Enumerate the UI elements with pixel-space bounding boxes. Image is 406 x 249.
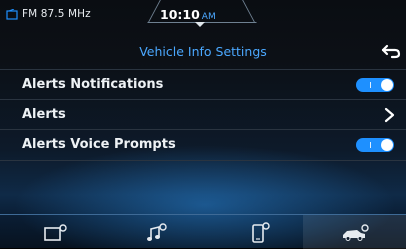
setting-label: Alerts Voice Prompts	[22, 137, 176, 152]
back-icon[interactable]	[380, 42, 402, 60]
radio-frequency: FM 87.5 MHz	[22, 8, 91, 20]
chevron-right-icon[interactable]	[382, 107, 396, 123]
clock-time: 10:10	[160, 7, 200, 22]
audio-source[interactable]: FM 87.5 MHz	[6, 8, 91, 20]
toggle-knob	[381, 79, 393, 91]
sound-settings-icon	[147, 223, 167, 241]
setting-row-alerts[interactable]: Alerts	[0, 99, 406, 130]
tab-sound-settings[interactable]	[101, 215, 202, 249]
phone-settings-icon	[252, 222, 270, 243]
toggle-knob	[381, 139, 393, 151]
toggle-on-mark	[370, 142, 371, 148]
clock[interactable]: 10:10 AM	[160, 7, 216, 22]
toggle-on-mark	[370, 82, 371, 88]
setting-row-alerts-voice-prompts[interactable]: Alerts Voice Prompts	[0, 129, 406, 161]
alerts-voice-prompts-toggle[interactable]	[356, 138, 394, 152]
bottom-nav	[0, 214, 406, 249]
setting-label: Alerts Notifications	[22, 77, 164, 92]
vehicle-settings-icon	[343, 224, 369, 241]
alerts-notifications-toggle[interactable]	[356, 78, 394, 92]
radio-icon	[6, 8, 18, 20]
page-title: Vehicle Info Settings	[139, 44, 267, 59]
screen-settings-icon	[44, 224, 67, 241]
tab-screen-settings[interactable]	[0, 215, 101, 249]
infotainment-screen: FM 87.5 MHz 10:10 AM Vehicle Info Setting…	[0, 0, 406, 249]
tab-vehicle-settings[interactable]	[303, 215, 406, 249]
chevron-down-icon[interactable]	[195, 22, 205, 27]
tab-phone-settings[interactable]	[202, 215, 303, 249]
setting-row-alerts-notifications[interactable]: Alerts Notifications	[0, 69, 406, 100]
setting-label: Alerts	[22, 107, 66, 122]
clock-ampm: AM	[201, 12, 216, 22]
status-bar: FM 87.5 MHz 10:10 AM	[0, 0, 406, 30]
